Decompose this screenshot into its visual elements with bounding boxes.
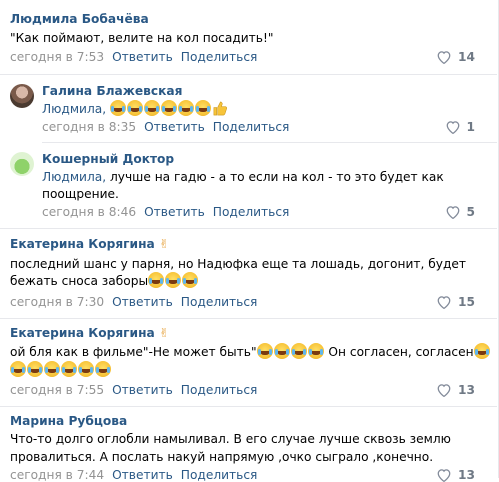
rofl-emoji-icon <box>143 100 160 116</box>
comment-text-line: провалиться. А послать накуй напрямую ,о… <box>10 450 434 464</box>
victory-hand-icon: ✌ <box>159 237 170 251</box>
comment-text-line: Что-то долго оглобли намыливал. В его сл… <box>10 432 451 446</box>
share-button[interactable]: Поделиться <box>213 120 290 134</box>
laughing-emoji-icon <box>61 361 77 377</box>
like-count: 14 <box>458 50 475 64</box>
emoji-row <box>10 361 112 379</box>
like-count: 1 <box>466 120 475 134</box>
avatar[interactable] <box>10 84 34 108</box>
laughing-emoji-icon <box>473 343 490 359</box>
like-count: 15 <box>458 295 475 309</box>
author-name[interactable]: Марина Рубцова <box>10 414 127 428</box>
rofl-emoji-icon <box>194 100 211 116</box>
author-name[interactable]: Кошерный Доктор <box>42 152 174 166</box>
like-button[interactable]: 15 <box>436 295 475 309</box>
comment-time[interactable]: сегодня в 7:44 <box>10 468 104 482</box>
divider <box>0 318 497 319</box>
rofl-emoji-icon <box>109 100 126 116</box>
author-name[interactable]: Людмила Бобачёва <box>10 12 149 26</box>
share-button[interactable]: Поделиться <box>181 50 258 64</box>
author-name[interactable]: Екатерина Корягина ✌ <box>10 326 169 340</box>
laughing-emoji-icon <box>256 343 273 359</box>
comment-time[interactable]: сегодня в 8:35 <box>42 120 136 134</box>
laughing-emoji-icon <box>148 272 165 288</box>
avatar[interactable] <box>10 152 34 176</box>
comment-time[interactable]: сегодня в 7:55 <box>10 383 104 397</box>
heart-icon <box>446 206 459 219</box>
share-button[interactable]: Поделиться <box>181 383 258 397</box>
author-name[interactable]: Екатерина Корягина ✌ <box>10 237 169 251</box>
like-button[interactable]: 1 <box>445 120 475 134</box>
comment-text: Людмила, <box>42 100 227 118</box>
comment-text-line: ой бля как в фильме"-Не может быть" Он с… <box>10 343 491 361</box>
like-button[interactable]: 13 <box>436 468 475 482</box>
comment-text-line: последний шанс у парня, но Надюфка еще т… <box>10 257 466 271</box>
share-button[interactable]: Поделиться <box>181 468 258 482</box>
reply-button[interactable]: Ответить <box>144 120 205 134</box>
comment-text-line: поощрение. <box>42 187 119 201</box>
reply-button[interactable]: Ответить <box>112 50 173 64</box>
reply-button[interactable]: Ответить <box>112 383 173 397</box>
divider <box>0 406 497 407</box>
comment-time[interactable]: сегодня в 8:46 <box>42 205 136 219</box>
reply-to-link[interactable]: Людмила, <box>42 170 106 184</box>
comment-meta: сегодня в 7:55 Ответить Поделиться <box>10 383 257 397</box>
comment-text: "Как поймают, велите на кол посадить!" <box>10 31 274 45</box>
laughing-emoji-icon <box>273 343 290 359</box>
divider <box>42 142 497 143</box>
heart-icon <box>437 51 451 64</box>
comment-meta: сегодня в 8:46 Ответить Поделиться <box>42 205 289 219</box>
reply-button[interactable]: Ответить <box>144 205 205 219</box>
like-button[interactable]: 13 <box>436 383 475 397</box>
thumbs-up-icon <box>213 101 227 116</box>
comment-time[interactable]: сегодня в 7:30 <box>10 295 104 309</box>
like-button[interactable]: 5 <box>445 205 475 219</box>
like-count: 5 <box>466 205 475 219</box>
comment-text: лучше на гадю - а то если на кол - то эт… <box>106 170 444 184</box>
comment-text: Он согласен, согласен <box>324 345 474 359</box>
comment-text-line: Людмила, лучше на гадю - а то если на ко… <box>42 168 444 186</box>
reply-button[interactable]: Ответить <box>112 468 173 482</box>
like-count: 13 <box>458 468 475 482</box>
divider <box>0 74 497 75</box>
comment-meta: сегодня в 7:53 Ответить Поделиться <box>10 50 257 64</box>
rofl-emoji-icon <box>126 100 143 116</box>
victory-hand-icon: ✌ <box>159 326 170 340</box>
comment-time[interactable]: сегодня в 7:53 <box>10 50 104 64</box>
author-name[interactable]: Галина Блажевская <box>42 84 182 98</box>
heart-icon <box>437 384 451 397</box>
rofl-emoji-icon <box>160 100 177 116</box>
share-button[interactable]: Поделиться <box>181 295 258 309</box>
laughing-emoji-icon <box>165 272 182 288</box>
heart-icon <box>446 121 459 134</box>
reply-to-link[interactable]: Людмила, <box>42 102 106 116</box>
laughing-emoji-icon <box>307 343 324 359</box>
like-count: 13 <box>458 383 475 397</box>
comment-text: ой бля как в фильме"-Не может быть" <box>10 345 257 359</box>
laughing-emoji-icon <box>10 361 26 377</box>
heart-icon <box>437 469 451 482</box>
laughing-emoji-icon <box>290 343 307 359</box>
like-button[interactable]: 14 <box>436 50 475 64</box>
comment-text: бежать сноса заборы <box>10 274 149 288</box>
share-button[interactable]: Поделиться <box>213 205 290 219</box>
comment-meta: сегодня в 8:35 Ответить Поделиться <box>42 120 289 134</box>
comment-meta: сегодня в 7:30 Ответить Поделиться <box>10 295 257 309</box>
comment-text-line: бежать сноса заборы <box>10 272 199 290</box>
rofl-emoji-icon <box>177 100 194 116</box>
comment-meta: сегодня в 7:44 Ответить Поделиться <box>10 468 257 482</box>
heart-icon <box>437 296 451 309</box>
laughing-emoji-icon <box>95 361 111 377</box>
emoji-row <box>109 100 227 116</box>
laughing-emoji-icon <box>78 361 94 377</box>
laughing-emoji-icon <box>44 361 60 377</box>
reply-button[interactable]: Ответить <box>112 295 173 309</box>
laughing-emoji-icon <box>27 361 43 377</box>
divider <box>0 228 497 229</box>
laughing-emoji-icon <box>182 272 199 288</box>
